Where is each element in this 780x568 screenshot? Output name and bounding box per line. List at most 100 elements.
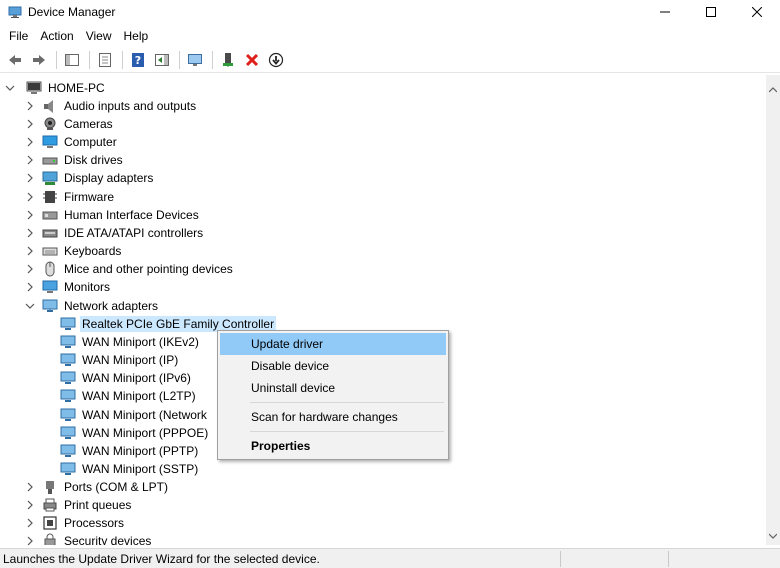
network-adapter-icon	[60, 407, 76, 423]
chevron-right-icon[interactable]	[24, 133, 36, 151]
disk-drive-icon	[42, 152, 58, 168]
tree-category-keyboards[interactable]: Keyboards	[24, 242, 123, 260]
chevron-right-icon[interactable]	[24, 151, 36, 169]
update-driver-button[interactable]	[265, 49, 287, 71]
tree-category-audio-inputs-and-outputs[interactable]: Audio inputs and outputs	[24, 97, 198, 115]
properties-icon	[99, 53, 111, 67]
chevron-right-icon[interactable]	[24, 278, 36, 296]
chevron-right-icon[interactable]	[24, 514, 36, 532]
chevron-down-icon[interactable]	[4, 79, 16, 97]
chevron-right-icon[interactable]	[24, 169, 36, 187]
back-button[interactable]	[4, 49, 26, 71]
help-button[interactable]: ?	[127, 49, 149, 71]
menu-item-uninstall-device[interactable]: Uninstall device	[220, 377, 446, 399]
enable-device-button[interactable]	[217, 49, 239, 71]
tree-root-label: HOME-PC	[48, 81, 105, 95]
scroll-up-arrow-icon[interactable]	[766, 83, 780, 97]
hid-icon	[42, 207, 58, 223]
ide-controller-icon	[42, 225, 58, 241]
menu-file[interactable]: File	[3, 27, 34, 45]
tree-device-label: WAN Miniport (Network	[82, 407, 207, 422]
minimize-button[interactable]	[642, 0, 688, 24]
toolbar-separator	[56, 51, 57, 69]
tree-device-wan-miniport-pppoe[interactable]: WAN Miniport (PPPOE)	[42, 424, 210, 442]
menu-item-scan-hardware-changes[interactable]: Scan for hardware changes	[220, 406, 446, 428]
tree-category-ide-ata-atapi-controllers[interactable]: IDE ATA/ATAPI controllers	[24, 224, 205, 242]
status-text: Launches the Update Driver Wizard for th…	[3, 551, 320, 566]
minimize-icon	[660, 11, 670, 13]
toolbar-separator	[89, 51, 90, 69]
tree-category-mice-and-other-pointing-devices[interactable]: Mice and other pointing devices	[24, 260, 235, 278]
chevron-right-icon[interactable]	[24, 206, 36, 224]
tree-device-wan-miniport-network[interactable]: WAN Miniport (Network	[42, 406, 209, 424]
chevron-right-icon[interactable]	[24, 188, 36, 206]
tree-category-cameras[interactable]: Cameras	[24, 115, 115, 133]
tree-category-label: Disk drives	[64, 153, 123, 168]
menu-action[interactable]: Action	[34, 27, 79, 45]
tree-device-wan-miniport-ikev2[interactable]: WAN Miniport (IKEv2)	[42, 333, 201, 351]
properties-button[interactable]	[94, 49, 116, 71]
scroll-down-arrow-icon[interactable]	[766, 529, 780, 543]
tree-device-wan-miniport-l2tp[interactable]: WAN Miniport (L2TP)	[42, 387, 198, 405]
tree-category-human-interface-devices[interactable]: Human Interface Devices	[24, 206, 201, 224]
tree-category-display-adapters[interactable]: Display adapters	[24, 169, 155, 187]
tree-device-wan-miniport-ip[interactable]: WAN Miniport (IP)	[42, 351, 180, 369]
tree-category-label: Print queues	[64, 498, 132, 513]
forward-button[interactable]	[28, 49, 50, 71]
tree-device-wan-miniport-sstp[interactable]: WAN Miniport (SSTP)	[42, 460, 200, 478]
chevron-right-icon[interactable]	[24, 496, 36, 514]
tree-device-label: WAN Miniport (PPPOE)	[82, 425, 209, 440]
chevron-right-icon[interactable]	[24, 532, 36, 545]
chevron-right-icon[interactable]	[24, 115, 36, 133]
tree-category-label: Monitors	[64, 280, 111, 294]
chevron-down-icon[interactable]	[24, 297, 36, 315]
update-driver-icon	[268, 52, 284, 68]
tree-category-ports-com-lpt[interactable]: Ports (COM & LPT)	[24, 478, 170, 496]
action-pane-button[interactable]	[151, 49, 173, 71]
menu-item-disable-device[interactable]: Disable device	[220, 355, 446, 377]
menu-view[interactable]: View	[80, 27, 118, 45]
forward-icon	[33, 55, 45, 65]
chevron-right-icon[interactable]	[24, 478, 36, 496]
tree-category-print-queues[interactable]: Print queues	[24, 496, 133, 514]
menu-separator	[250, 402, 444, 403]
chevron-right-icon[interactable]	[24, 224, 36, 242]
chevron-right-icon[interactable]	[24, 242, 36, 260]
show-hide-console-tree-button[interactable]	[61, 49, 83, 71]
device-tree[interactable]: HOME-PC Audio inputs and outputs Cameras C…	[0, 75, 766, 545]
tree-category-disk-drives[interactable]: Disk drives	[24, 151, 125, 169]
tree-root-row[interactable]: HOME-PC	[4, 79, 107, 97]
action-pane-icon	[155, 54, 169, 66]
tree-device-wan-miniport-pptp[interactable]: WAN Miniport (PPTP)	[42, 442, 200, 460]
tree-category-label: Cameras	[64, 117, 113, 132]
uninstall-device-button[interactable]	[241, 49, 263, 71]
security-device-icon	[42, 533, 58, 545]
tree-device-label: WAN Miniport (SSTP)	[82, 461, 199, 476]
monitor-button[interactable]	[184, 49, 206, 71]
tree-category-security-devices[interactable]: Security devices	[24, 532, 153, 545]
network-adapter-icon	[60, 425, 76, 441]
vertical-scrollbar[interactable]	[766, 75, 780, 545]
tree-device-label: WAN Miniport (IP)	[82, 353, 179, 368]
chevron-right-icon[interactable]	[24, 260, 36, 278]
tree-device-wan-miniport-ipv6[interactable]: WAN Miniport (IPv6)	[42, 369, 193, 387]
tree-category-processors[interactable]: Processors	[24, 514, 126, 532]
menu-item-update-driver[interactable]: Update driver	[220, 333, 446, 355]
menu-help[interactable]: Help	[118, 27, 155, 45]
title-bar: Device Manager	[0, 0, 780, 24]
chevron-right-icon[interactable]	[24, 97, 36, 115]
tree-category-computer[interactable]: Computer	[24, 133, 119, 151]
menu-item-properties[interactable]: Properties	[220, 435, 446, 457]
window-title: Device Manager	[28, 5, 116, 19]
maximize-button[interactable]	[688, 0, 734, 24]
status-pane-divider	[668, 551, 669, 567]
network-adapter-icon	[60, 370, 76, 386]
close-button[interactable]	[734, 0, 780, 24]
tree-category-network-adapters[interactable]: Network adapters	[24, 297, 160, 315]
tree-category-firmware[interactable]: Firmware	[24, 188, 116, 206]
enable-device-icon	[223, 53, 233, 67]
tree-category-monitors[interactable]: Monitors	[24, 278, 112, 296]
